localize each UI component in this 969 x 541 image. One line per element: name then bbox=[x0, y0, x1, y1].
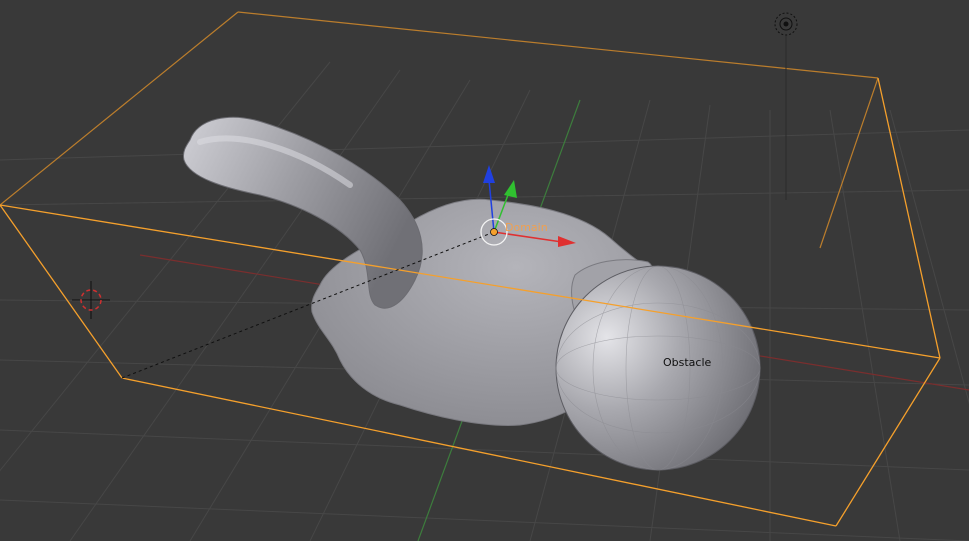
viewport-canvas[interactable]: Domain Obstacle bbox=[0, 0, 969, 541]
obstacle-label: Obstacle bbox=[663, 356, 712, 369]
object-origin-icon[interactable] bbox=[490, 228, 498, 236]
domain-label: Domain bbox=[505, 221, 548, 234]
lamp-icon[interactable] bbox=[774, 12, 798, 36]
3d-viewport[interactable]: Domain Obstacle bbox=[0, 0, 969, 541]
gizmo-y-arrow[interactable] bbox=[504, 180, 517, 198]
3d-cursor-icon[interactable] bbox=[72, 281, 110, 319]
obstacle-sphere[interactable] bbox=[555, 265, 761, 471]
fluid-stream[interactable] bbox=[183, 116, 423, 309]
gizmo-z-arrow[interactable] bbox=[483, 165, 495, 183]
